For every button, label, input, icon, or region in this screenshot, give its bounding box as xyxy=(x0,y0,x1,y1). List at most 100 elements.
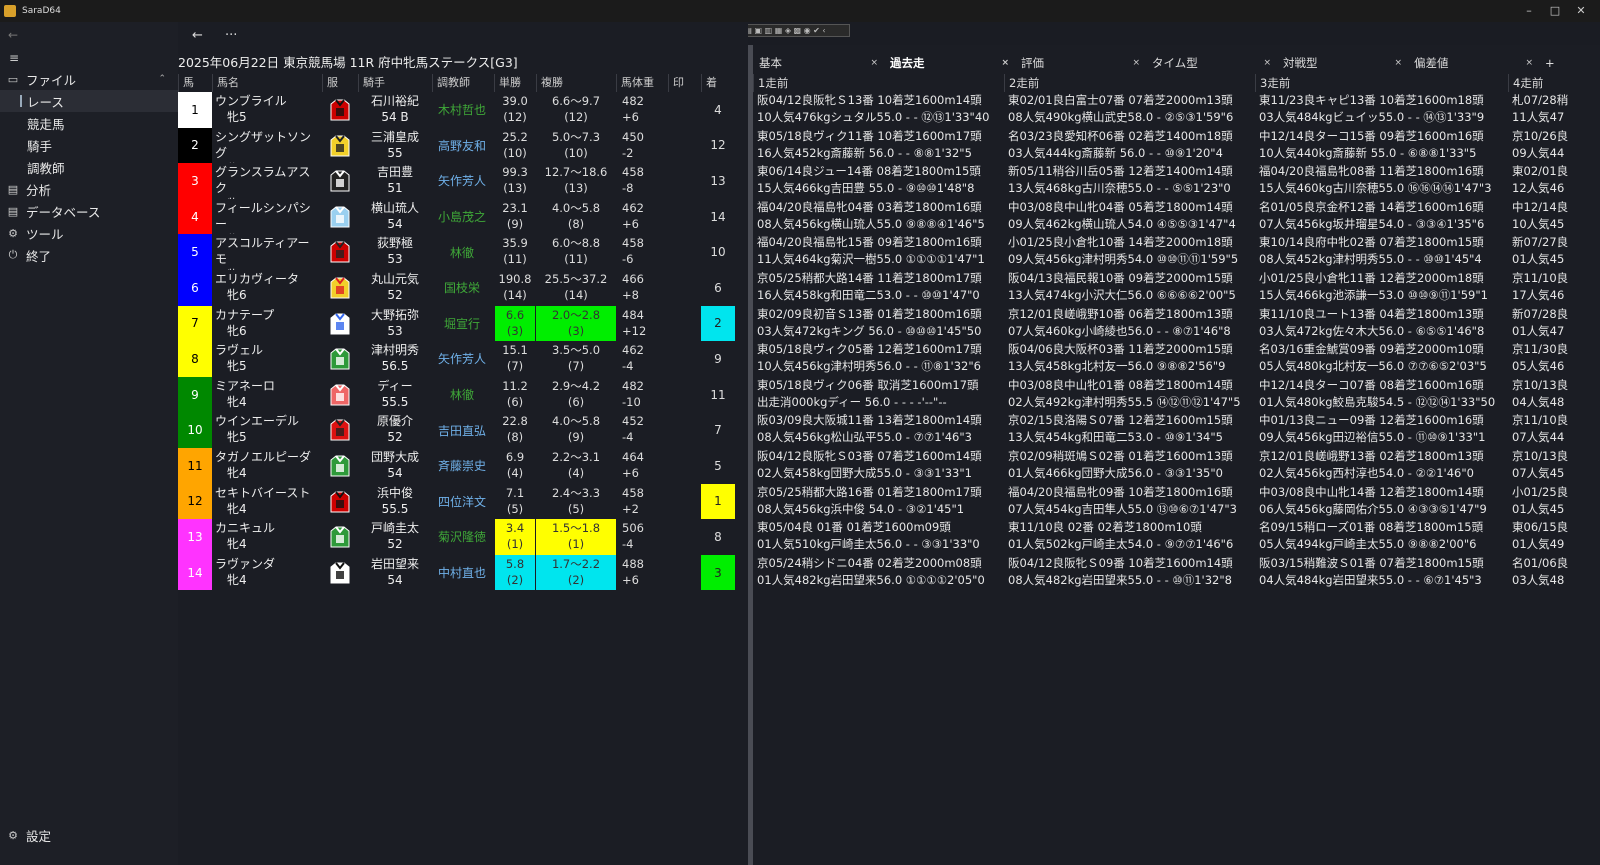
past-race-cell[interactable]: 中12/14良ターコ15番 09着芝1600m16頭 10人気440kg斎藤新 5… xyxy=(1255,128,1508,164)
table-row[interactable]: 5アスコルティアーモ牝5荻野極53林徹35.9(11)6.0～8.8(11)45… xyxy=(178,234,748,270)
past-race-cell[interactable]: 東11/23良キャピ13番 10着芝1600m18頭 03人気484kgビュイッ5… xyxy=(1255,92,1508,128)
trainer-name[interactable]: 中村直也 xyxy=(438,564,486,581)
past-race-column-header[interactable]: 1走前 xyxy=(753,74,1004,92)
past-race-cell[interactable]: 京02/15良洛陽Ｓ07番 12着芝1600m15頭 13人気454kg和田竜二5… xyxy=(1004,412,1255,448)
tab-close-icon[interactable]: × xyxy=(1525,53,1533,73)
minimize-button[interactable]: – xyxy=(1516,0,1542,22)
jockey-cell[interactable]: ディー 55.5 xyxy=(360,377,430,413)
past-race-row[interactable]: 福04/20良福島牝04番 03着芝1800m16頭 08人気456kg横山琉人5… xyxy=(753,199,1600,235)
past-race-row[interactable]: 東05/18良ヴィク11番 10着芝1600m17頭 16人気452kg斎藤新 5… xyxy=(753,128,1600,164)
horse-name-cell[interactable]: フィールシンパシー牝6 xyxy=(215,199,320,235)
horse-name[interactable]: カナテープ xyxy=(215,308,274,322)
sidebar-item-database[interactable]: ▤ データベース xyxy=(0,200,178,222)
trainer-cell[interactable]: 矢作芳人 xyxy=(432,341,492,377)
jockey-cell[interactable]: 浜中俊 55.5 xyxy=(360,484,430,520)
past-race-cell[interactable]: 東02/01良 12人気46 xyxy=(1508,163,1600,199)
past-race-cell[interactable]: 京11/10良 17人気46 xyxy=(1508,270,1600,306)
horse-name-cell[interactable]: ウインエーデル 牝5 xyxy=(215,412,320,448)
jockey-name[interactable]: 大野拓弥 xyxy=(360,307,430,323)
trainer-cell[interactable]: 堀宣行 xyxy=(432,306,492,342)
jockey-cell[interactable]: 大野拓弥 53 xyxy=(360,306,430,342)
table-row[interactable]: 9 ミアネーロ 牝4 ディー 55.5 林徹 11.2 (6) 2.9～4.2 (6) 482 -10… xyxy=(178,376,748,413)
jockey-cell[interactable]: 団野大成 54 xyxy=(360,448,430,484)
past-race-column-header[interactable]: 3走前 xyxy=(1255,74,1508,92)
jockey-name[interactable]: 団野大成 xyxy=(360,449,430,465)
past-race-cell[interactable]: 阪04/13良福民報10番 09着芝2000m15頭 13人気474kg小沢大仁5… xyxy=(1004,270,1255,306)
tab-match[interactable]: 対戦型 × xyxy=(1277,53,1408,73)
past-race-cell[interactable]: 東02/09良初音Ｓ13番 01着芝1800m16頭 03人気472kgキング 5… xyxy=(753,306,1004,342)
column-header[interactable]: 馬名 xyxy=(212,74,320,92)
table-row[interactable]: 1 ウンブライル 牝5 石川裕紀 54 B 木村哲也 39.0 (12) 6.6～9.7 (12)… xyxy=(178,92,748,128)
sidebar-item-file[interactable]: ▭ ファイル ⌃ xyxy=(0,68,178,90)
sidebar-item-settings[interactable]: ⚙ 設定 xyxy=(0,824,178,846)
past-race-row[interactable]: 東02/09良初音Ｓ13番 01着芝1800m16頭 03人気472kgキング 5… xyxy=(753,306,1600,342)
jockey-cell[interactable]: 岩田望来 54 xyxy=(360,555,430,591)
sidebar-item-horse[interactable]: 競走馬 xyxy=(0,112,178,134)
past-race-cell[interactable]: 阪04/12良阪牝Ｓ09番 10着芝1600m14頭 08人気482kg岩田望来5… xyxy=(1004,555,1255,591)
trainer-cell[interactable]: 木村哲也 xyxy=(432,92,492,128)
horse-name-cell[interactable]: ミアネーロ 牝4 xyxy=(215,377,320,413)
tab-time[interactable]: タイム型 × xyxy=(1146,53,1277,73)
back-arrow-icon[interactable]: ← xyxy=(192,28,203,43)
past-race-row[interactable]: 東05/04良 01番 01着芝1600m09頭 01人気510kg戸崎圭太56.… xyxy=(753,519,1600,555)
jockey-cell[interactable]: 原優介 52 xyxy=(360,412,430,448)
past-race-cell[interactable]: 福04/20良福島牝09番 10着芝1800m16頭 07人気454kg吉田隼人5… xyxy=(1004,484,1255,520)
past-race-row[interactable]: 東05/18良ヴィク06番 取消芝1600m17頭 出走消000kgディー 56.… xyxy=(753,377,1600,413)
sidebar-item-trainer[interactable]: 調教師 xyxy=(0,156,178,178)
past-race-row[interactable]: 東05/18良ヴィク05番 12着芝1600m17頭 10人気456kg津村明秀5… xyxy=(753,341,1600,377)
jockey-name[interactable]: ディー xyxy=(360,378,430,394)
jockey-cell[interactable]: 津村明秀 56.5 xyxy=(360,341,430,377)
past-race-row[interactable]: 阪04/12良阪牝Ｓ13番 10着芝1600m14頭 10人気476kgシュタル5… xyxy=(753,92,1600,128)
chevron-up-icon[interactable]: ⌃ xyxy=(158,74,166,84)
horse-name-cell[interactable]: タガノエルピーダ 牝4 xyxy=(215,448,320,484)
trainer-name[interactable]: 堀宣行 xyxy=(444,315,480,332)
horse-name[interactable]: フィールシンパシー xyxy=(215,201,311,231)
column-header[interactable]: 馬体重 xyxy=(616,74,668,92)
trainer-cell[interactable]: 中村直也 xyxy=(432,555,492,591)
past-race-cell[interactable]: 中01/13良ニュー09番 12着芝1600m16頭 09人気456kg田辺裕信5… xyxy=(1255,412,1508,448)
horse-name[interactable]: ウインエーデル xyxy=(215,414,299,428)
add-tab-button[interactable]: + xyxy=(1539,53,1579,73)
trainer-cell[interactable]: 矢作芳人 xyxy=(432,163,492,199)
past-race-cell[interactable]: 名09/15稍ローズ01番 08着芝1800m15頭 05人気494kg戸崎圭太5… xyxy=(1255,519,1508,555)
table-row[interactable]: 13 カニキュル 牝4 戸崎圭太 52 菊沢隆徳 3.4 (1) 1.5～1.8 (1) 506 -4… xyxy=(178,519,748,555)
past-race-cell[interactable]: 新07/28良 01人気47 xyxy=(1508,306,1600,342)
jockey-name[interactable]: 吉田豊 xyxy=(360,164,430,180)
table-row[interactable]: 3グランスラムアスク牝6吉田豊51矢作芳人99.3(13)12.7～18.6(1… xyxy=(178,163,748,199)
past-race-cell[interactable]: 東02/01良白富士07番 07着芝2000m13頭 08人気490kg横山武史5… xyxy=(1004,92,1255,128)
tab-basic[interactable]: 基本 × xyxy=(753,53,884,73)
past-race-cell[interactable]: 中03/08良中山牝04番 05着芝1800m14頭 09人気462kg横山琉人5… xyxy=(1004,199,1255,235)
sidebar-item-race[interactable]: レース xyxy=(0,90,178,112)
column-header[interactable]: 複勝 xyxy=(536,74,616,92)
column-header[interactable]: 調教師 xyxy=(432,74,494,92)
trainer-name[interactable]: 四位洋文 xyxy=(438,493,486,510)
horse-name[interactable]: セキトバイースト xyxy=(215,486,310,500)
past-race-cell[interactable]: 阪04/06良大阪杯03番 11着芝2000m15頭 13人気458kg北村友一5… xyxy=(1004,341,1255,377)
trainer-cell[interactable]: 菊沢隆徳 xyxy=(432,519,492,555)
tab-close-icon[interactable]: × xyxy=(1263,53,1271,73)
nav-back-button[interactable]: ← xyxy=(8,28,18,42)
horse-name-cell[interactable]: ウンブライル 牝5 xyxy=(215,92,320,128)
trainer-cell[interactable]: 高野友和 xyxy=(432,128,492,164)
jockey-cell[interactable]: 石川裕紀 54 B xyxy=(360,92,430,128)
table-row[interactable]: 4フィールシンパシー牝6横山琉人54小島茂之23.1(9)4.0～5.8(8)4… xyxy=(178,198,748,235)
past-race-cell[interactable]: 京10/13良 07人気45 xyxy=(1508,448,1600,484)
table-row[interactable]: 10 ウインエーデル 牝5 原優介 52 吉田直弘 22.8 (8) 4.0～5.8 (9) 452… xyxy=(178,412,748,448)
trainer-name[interactable]: 高野友和 xyxy=(438,137,486,154)
trainer-name[interactable]: 国枝栄 xyxy=(444,279,480,296)
past-race-cell[interactable]: 中03/08良中山牝14番 12着芝1800m14頭 06人気456kg藤岡佑介5… xyxy=(1255,484,1508,520)
jockey-cell[interactable]: 荻野極 53 xyxy=(360,234,430,270)
horse-name-cell[interactable]: シングザットソング牝5 xyxy=(215,128,320,164)
jockey-cell[interactable]: 横山琉人 54 xyxy=(360,199,430,235)
past-race-cell[interactable]: 京12/01良嵯峨野10番 06着芝1800m13頭 07人気460kg小崎綾也5… xyxy=(1004,306,1255,342)
past-race-column-header[interactable]: 4走前 xyxy=(1508,74,1600,92)
past-race-cell[interactable]: 東11/10良 02番 02着芝1800m10頭 01人気502kg戸崎圭太54.… xyxy=(1004,519,1255,555)
trainer-cell[interactable]: 林徹 xyxy=(432,377,492,413)
tab-eval[interactable]: 評価 × xyxy=(1015,53,1146,73)
past-race-row[interactable]: 東06/14良ジュー14番 08着芝1800m15頭 15人気466kg吉田豊 5… xyxy=(753,163,1600,199)
sidebar-item-analysis[interactable]: ▤ 分析 xyxy=(0,178,178,200)
trainer-name[interactable]: 木村哲也 xyxy=(438,101,486,118)
tab-close-icon[interactable]: × xyxy=(1001,53,1009,73)
past-race-cell[interactable]: 東05/18良ヴィク05番 12着芝1600m17頭 10人気456kg津村明秀5… xyxy=(753,341,1004,377)
jockey-name[interactable]: 岩田望来 xyxy=(360,556,430,572)
